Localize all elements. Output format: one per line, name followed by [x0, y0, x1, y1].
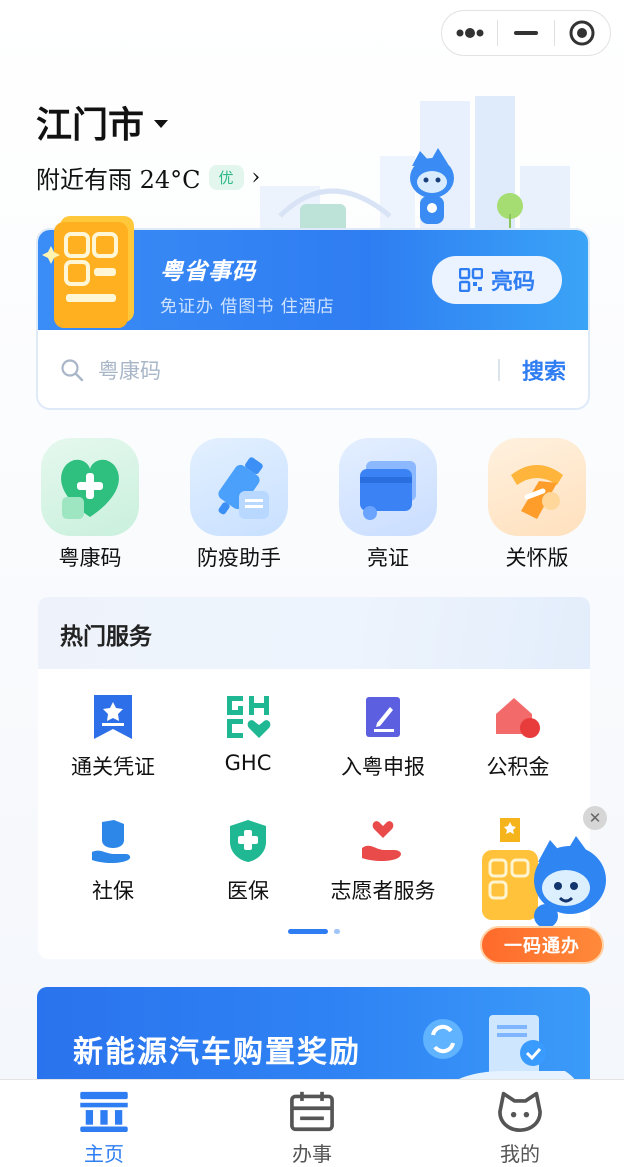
ticket-star-icon	[89, 693, 137, 741]
syringe-icon	[190, 438, 288, 536]
search-input[interactable]: 粤康码	[98, 355, 498, 385]
quick-action-label: 关怀版	[505, 546, 569, 570]
quick-action-care-mode[interactable]: 关怀版	[482, 438, 592, 572]
quick-action-show-certificate[interactable]: 亮证	[333, 438, 443, 572]
close-floating-badge-button[interactable]: ✕	[583, 806, 607, 830]
service-label: 志愿者服务	[330, 879, 436, 903]
health-heart-icon	[41, 438, 139, 536]
caret-down-icon	[154, 120, 169, 128]
shield-cross-icon	[224, 817, 272, 865]
card-icon	[339, 438, 437, 536]
service-label: 公积金	[486, 755, 550, 779]
service-social-security[interactable]: 社保	[38, 817, 188, 905]
hand-heart-icon	[359, 817, 407, 865]
page-dot	[334, 929, 340, 934]
service-label: 医保	[227, 879, 269, 903]
weather-text: 附近有雨 24°C	[36, 166, 201, 194]
search-button[interactable]: 搜索	[522, 354, 566, 386]
city-name: 江门市	[36, 105, 145, 146]
service-housing-fund[interactable]: 公积金	[443, 693, 590, 781]
banner-title: 新能源汽车购置奖励	[73, 1035, 361, 1070]
bottom-tab-bar: 主页 办事 我的	[0, 1079, 624, 1167]
service-label: 社保	[92, 879, 134, 903]
mascot-face-icon	[498, 1091, 542, 1132]
service-entry-declaration[interactable]: 入粤申报	[308, 693, 458, 781]
service-volunteer[interactable]: 志愿者服务	[308, 817, 458, 905]
more-dots-icon	[456, 28, 484, 38]
air-quality-badge: 优	[208, 165, 244, 190]
close-icon: ✕	[588, 809, 602, 827]
quick-action-label: 亮证	[367, 546, 409, 570]
page-indicator	[288, 929, 340, 934]
service-ghc[interactable]: GHC	[173, 693, 323, 775]
home-building-icon	[80, 1091, 128, 1132]
edit-doc-icon	[359, 693, 407, 741]
search-divider	[497, 359, 500, 381]
ghc-logo-icon	[224, 693, 272, 741]
minimize-icon	[513, 31, 538, 35]
qr-grid-icon	[458, 268, 483, 292]
quick-action-epidemic-assistant[interactable]: 防疫助手	[184, 438, 294, 572]
tab-label: 主页	[84, 1142, 124, 1166]
weather-info[interactable]: 附近有雨 24°C 优 ›	[36, 160, 260, 195]
search-bar[interactable]: 粤康码 搜索	[38, 330, 588, 408]
service-label: GHC	[224, 751, 272, 775]
service-label: 入粤申报	[341, 755, 425, 779]
hot-services-title: 热门服务	[60, 624, 152, 650]
search-icon	[61, 359, 84, 382]
scarf-icon	[488, 438, 586, 536]
miniprogram-capsule	[441, 10, 611, 56]
city-skyline-illustration	[260, 96, 570, 241]
city-selector[interactable]: 江门市	[36, 96, 169, 148]
tab-profile[interactable]: 我的	[416, 1080, 624, 1167]
tab-label: 办事	[292, 1142, 332, 1166]
code-card-title: 粤省事码	[160, 259, 256, 285]
minimize-button[interactable]	[498, 11, 553, 55]
tab-services[interactable]: 办事	[208, 1080, 416, 1167]
tab-label: 我的	[500, 1142, 540, 1166]
quick-action-label: 粤康码	[58, 546, 122, 570]
close-miniprogram-button[interactable]	[555, 11, 610, 55]
service-label: 通关凭证	[71, 755, 155, 779]
more-button[interactable]	[442, 11, 497, 55]
hand-person-icon	[89, 817, 137, 865]
house-coin-icon	[494, 693, 542, 741]
one-code-badge-label[interactable]: 一码通办	[480, 926, 604, 964]
service-pass-voucher[interactable]: 通关凭证	[38, 693, 188, 781]
quick-action-health-code[interactable]: 粤康码	[35, 438, 145, 572]
gold-qr-badge-icon	[42, 216, 134, 328]
calendar-icon	[290, 1091, 334, 1132]
show-code-button[interactable]: 亮码	[432, 256, 562, 304]
show-code-label: 亮码	[490, 270, 535, 295]
quick-action-label: 防疫助手	[197, 546, 281, 570]
tab-home[interactable]: 主页	[0, 1080, 208, 1167]
service-medical-insurance[interactable]: 医保	[173, 817, 323, 905]
code-card-subtitle: 免证办 借图书 住酒店	[160, 297, 335, 317]
target-close-icon	[569, 20, 595, 46]
page-dot-active	[288, 929, 328, 934]
chevron-right-icon: ›	[251, 165, 261, 190]
